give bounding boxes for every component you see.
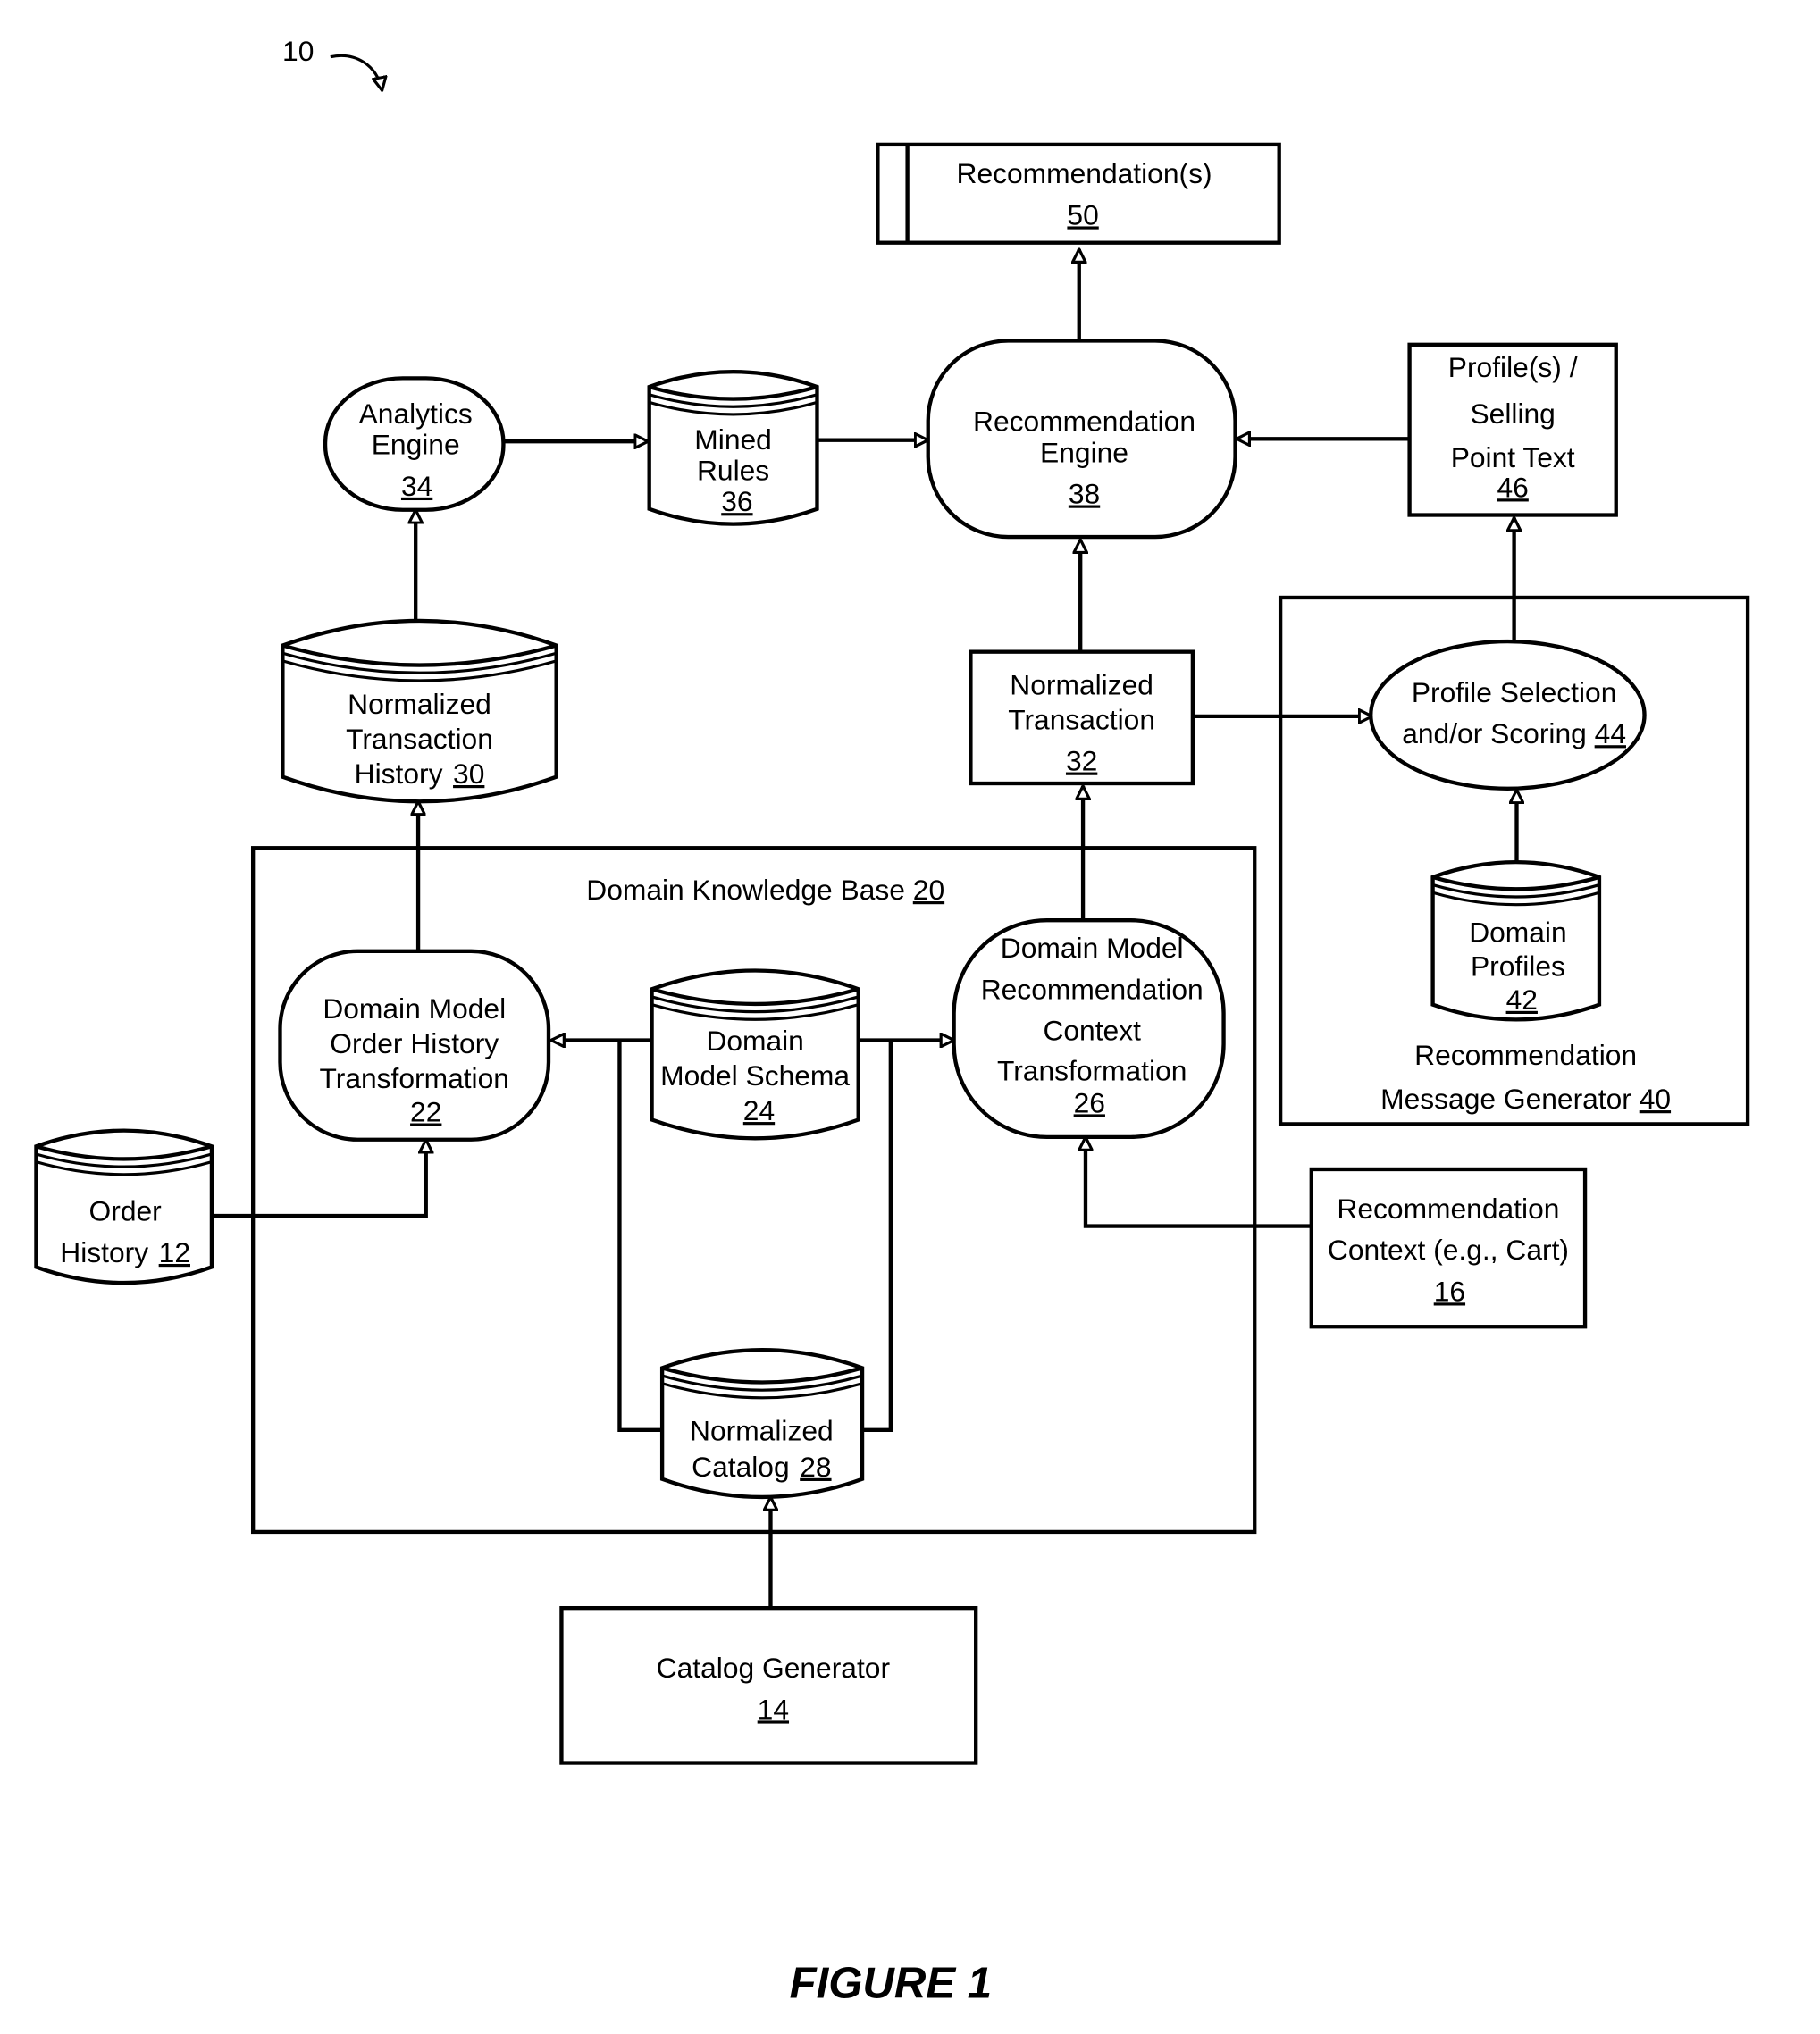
profile-selection-label-1: Profile Selection — [1412, 676, 1617, 708]
analytics-engine-label-2: Engine — [372, 429, 460, 461]
recommendations-ref: 50 — [1067, 198, 1098, 230]
node-recommendations: Recommendation(s) 50 — [876, 142, 1281, 245]
recommendation-engine-ref: 38 — [1069, 478, 1100, 510]
system-ref-label: 10 — [282, 35, 314, 67]
domain-profiles-label-1: Domain — [1469, 917, 1566, 949]
node-recommendation-context: Recommendation Context (e.g., Cart) 16 — [1309, 1167, 1588, 1329]
node-mined-rules: MinedRules36 — [647, 369, 819, 526]
normalized-catalog-label-2: Catalog 28 — [692, 1451, 831, 1483]
context-transform-label-2: Recommendation — [981, 973, 1204, 1005]
system-ref-arrow-icon — [330, 54, 382, 90]
analytics-engine-label-1: Analytics — [359, 398, 473, 430]
context-transform-ref: 26 — [1074, 1086, 1105, 1118]
node-normalized-transaction: Normalized Transaction 32 — [969, 649, 1195, 786]
domain-model-schema-label-1: Domain — [706, 1025, 803, 1057]
node-recommendation-context-transformation: Domain Model Recommendation Context Tran… — [952, 917, 1226, 1140]
node-domain-profiles: DomainProfiles42 — [1430, 859, 1602, 1022]
domain-profiles-label-2: Profiles — [1471, 950, 1565, 982]
normalized-transaction-history-label-3: History 30 — [355, 758, 485, 790]
mined-rules-label-2: Rules — [697, 455, 769, 487]
order-transform-ref: 22 — [410, 1096, 441, 1128]
order-transform-label-2: Order History — [330, 1027, 499, 1059]
node-normalized-transaction-history: NormalizedTransactionHistory 30 — [281, 618, 558, 804]
normalized-transaction-label-2: Transaction — [1008, 703, 1155, 735]
node-order-history-transformation: Domain Model Order History Transformatio… — [278, 949, 551, 1142]
profiles-text-ref: 46 — [1497, 471, 1528, 503]
profiles-text-label-1: Profile(s) / — [1448, 351, 1578, 383]
catalog-generator-ref: 14 — [758, 1693, 789, 1725]
node-catalog-generator: Catalog Generator 14 — [559, 1605, 978, 1765]
node-recommendation-engine: Recommendation Engine 38 — [926, 339, 1237, 540]
context-transform-label-4: Transformation — [997, 1054, 1187, 1086]
figure-caption: FIGURE 1 — [790, 1959, 992, 2007]
domain-model-schema-label-2: Model Schema — [660, 1059, 850, 1092]
domain-model-schema-ref: 24 — [743, 1094, 775, 1126]
message-generator-label-1: Recommendation — [1414, 1039, 1637, 1071]
mined-rules-ref: 36 — [721, 485, 752, 517]
node-order-history: Order History 12 — [34, 1128, 214, 1285]
order-history-label-1: Order — [89, 1195, 163, 1227]
node-profile-selection: Profile Selection and/or Scoring 44 — [1369, 639, 1647, 791]
normalized-catalog-label-1: Normalized — [690, 1414, 834, 1446]
order-transform-label-1: Domain Model — [323, 992, 506, 1025]
system-diagram: 10 Recommendation(s) 50 Recommendation E… — [34, 35, 1750, 2007]
domain-profiles-ref: 42 — [1506, 984, 1538, 1016]
normalized-transaction-label-1: Normalized — [1010, 668, 1153, 700]
mined-rules-label-1: Mined — [694, 423, 772, 456]
catalog-generator-label: Catalog Generator — [657, 1652, 891, 1684]
profiles-text-label-3: Point Text — [1451, 441, 1575, 473]
message-generator-label-2: Message Generator 40 — [1380, 1083, 1671, 1115]
recommendation-context-label-2: Context (e.g., Cart) — [1328, 1234, 1569, 1266]
order-transform-label-3: Transformation — [320, 1062, 509, 1094]
recommendation-engine-label-2: Engine — [1040, 436, 1128, 468]
profiles-text-label-2: Selling — [1470, 398, 1555, 430]
order-history-label-2: History 12 — [60, 1236, 190, 1268]
recommendation-engine-label-1: Recommendation — [973, 406, 1195, 438]
recommendation-context-label-1: Recommendation — [1337, 1193, 1559, 1225]
node-profiles-text: Profile(s) / Selling Point Text 46 — [1407, 342, 1618, 517]
profile-selection-label-2: and/or Scoring 44 — [1402, 717, 1626, 749]
domain-knowledge-base-label: Domain Knowledge Base 20 — [586, 874, 944, 906]
analytics-engine-ref: 34 — [401, 470, 432, 502]
node-normalized-catalog: Normalized Catalog 28 — [659, 1348, 865, 1500]
normalized-transaction-history-label-2: Transaction — [346, 723, 493, 755]
recommendation-context-ref: 16 — [1434, 1275, 1465, 1307]
context-transform-label-3: Context — [1043, 1015, 1141, 1047]
normalized-transaction-history-label-1: Normalized — [348, 688, 491, 720]
recommendations-label: Recommendation(s) — [957, 157, 1212, 189]
node-analytics-engine: Analytics Engine 34 — [323, 376, 506, 512]
context-transform-label-1: Domain Model — [1001, 932, 1184, 964]
normalized-transaction-ref: 32 — [1066, 745, 1097, 777]
node-domain-model-schema: DomainModel Schema24 — [650, 968, 860, 1141]
